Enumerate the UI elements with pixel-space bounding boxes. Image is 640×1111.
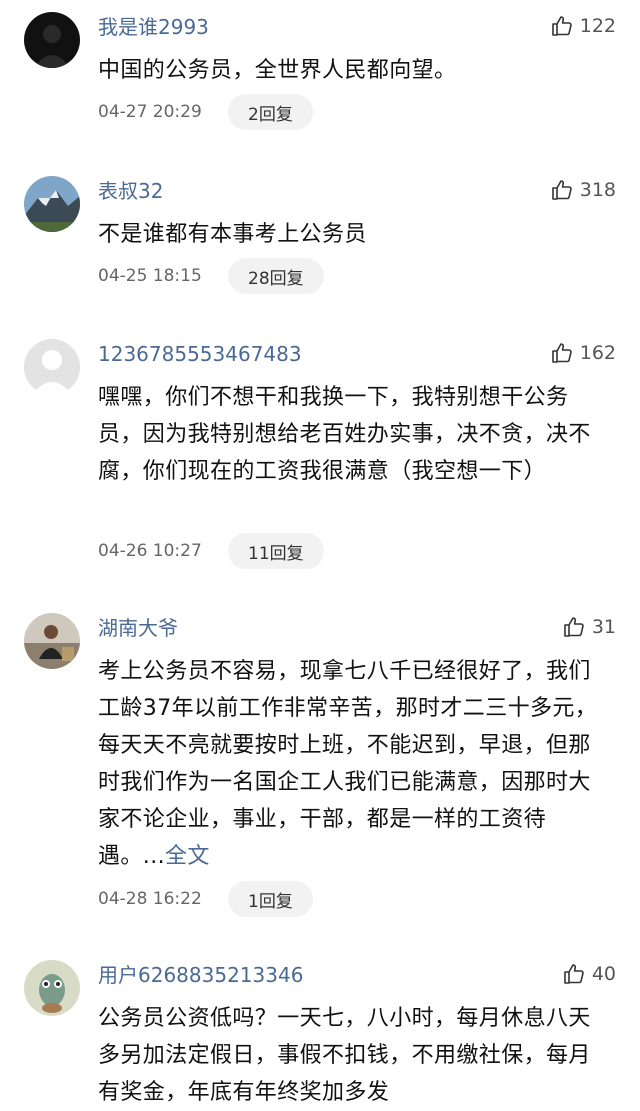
like-button[interactable]: 122: [550, 12, 616, 40]
like-button[interactable]: 162: [550, 339, 616, 367]
comment-item: 表叔32 318 不是谁都有本事考上公务员 04-25 18:15 28回复: [0, 176, 640, 316]
comment-text-content: 不是谁都有本事考上公务员: [98, 222, 367, 247]
comment-meta: 04-28 16:22 1回复: [98, 881, 313, 917]
like-count: 162: [579, 342, 616, 364]
comment-meta: 04-25 18:15 28回复: [98, 258, 324, 294]
comment-item: 湖南大爷 31 考上公务员不容易，现拿七八千已经很好了，我们工龄37年以前工作非…: [0, 613, 640, 923]
like-button[interactable]: 40: [562, 960, 616, 988]
username[interactable]: 湖南大爷: [98, 615, 178, 641]
reply-button[interactable]: 1回复: [228, 881, 313, 917]
thumbs-up-icon: [564, 964, 584, 984]
timestamp: 04-28 16:22: [98, 889, 202, 909]
comment-meta: 04-27 20:29 2回复: [98, 94, 313, 130]
reply-button[interactable]: 11回复: [228, 533, 324, 569]
reply-button[interactable]: 28回复: [228, 258, 324, 294]
comment-text-content: 中国的公务员，全世界人民都向望。: [98, 58, 457, 83]
thumbs-up-icon: [551, 343, 572, 363]
comment-text: 公务员公资低吗？一天七，八小时，每月休息八天多另加法定假日，事假不扣钱，不用缴社…: [98, 1000, 608, 1111]
comment-text: 考上公务员不容易，现拿七八千已经很好了，我们工龄37年以前工作非常辛苦，那时才二…: [98, 653, 608, 875]
like-count: 31: [591, 616, 616, 638]
avatar[interactable]: [24, 176, 80, 232]
thumbs-up-icon: [551, 16, 572, 36]
timestamp: 04-25 18:15: [98, 266, 202, 286]
avatar[interactable]: [24, 960, 80, 1016]
username[interactable]: 我是谁2993: [98, 14, 209, 40]
comment-text: 中国的公务员，全世界人民都向望。: [98, 52, 608, 89]
reply-button[interactable]: 2回复: [228, 94, 313, 130]
avatar[interactable]: [24, 339, 80, 395]
avatar[interactable]: [24, 613, 80, 669]
like-button[interactable]: 31: [562, 613, 616, 641]
like-button[interactable]: 318: [550, 176, 616, 204]
avatar[interactable]: [24, 12, 80, 68]
like-count: 40: [591, 963, 616, 985]
like-count: 318: [579, 179, 616, 201]
expand-full-text-link[interactable]: 全文: [165, 844, 210, 869]
comment-item: 1236785553467483 162 嘿嘿，你们不想干和我换一下，我特别想干…: [0, 339, 640, 579]
comment-text-content: 嘿嘿，你们不想干和我换一下，我特别想干公务员，因为我特别想给老百姓办实事，决不贪…: [98, 385, 591, 484]
thumbs-up-icon: [551, 180, 572, 200]
like-count: 122: [579, 15, 616, 37]
timestamp: 04-26 10:27: [98, 541, 202, 561]
comment-text: 嘿嘿，你们不想干和我换一下，我特别想干公务员，因为我特别想给老百姓办实事，决不贪…: [98, 379, 608, 490]
comment-item: 用户6268835213346 40 公务员公资低吗？一天七，八小时，每月休息八…: [0, 960, 640, 1106]
username[interactable]: 1236785553467483: [98, 341, 302, 367]
timestamp: 04-27 20:29: [98, 102, 202, 122]
comment-meta: 04-26 10:27 11回复: [98, 533, 324, 569]
username[interactable]: 用户6268835213346: [98, 962, 303, 988]
comment-text-content: 考上公务员不容易，现拿七八千已经很好了，我们工龄37年以前工作非常辛苦，那时才二…: [98, 659, 598, 869]
comment-text: 不是谁都有本事考上公务员: [98, 216, 608, 253]
thumbs-up-icon: [564, 617, 584, 637]
comment-text-content: 公务员公资低吗？一天七，八小时，每月休息八天多另加法定假日，事假不扣钱，不用缴社…: [98, 1006, 591, 1105]
username[interactable]: 表叔32: [98, 178, 163, 204]
comment-item: 我是谁2993 122 中国的公务员，全世界人民都向望。 04-27 20:29…: [0, 12, 640, 152]
